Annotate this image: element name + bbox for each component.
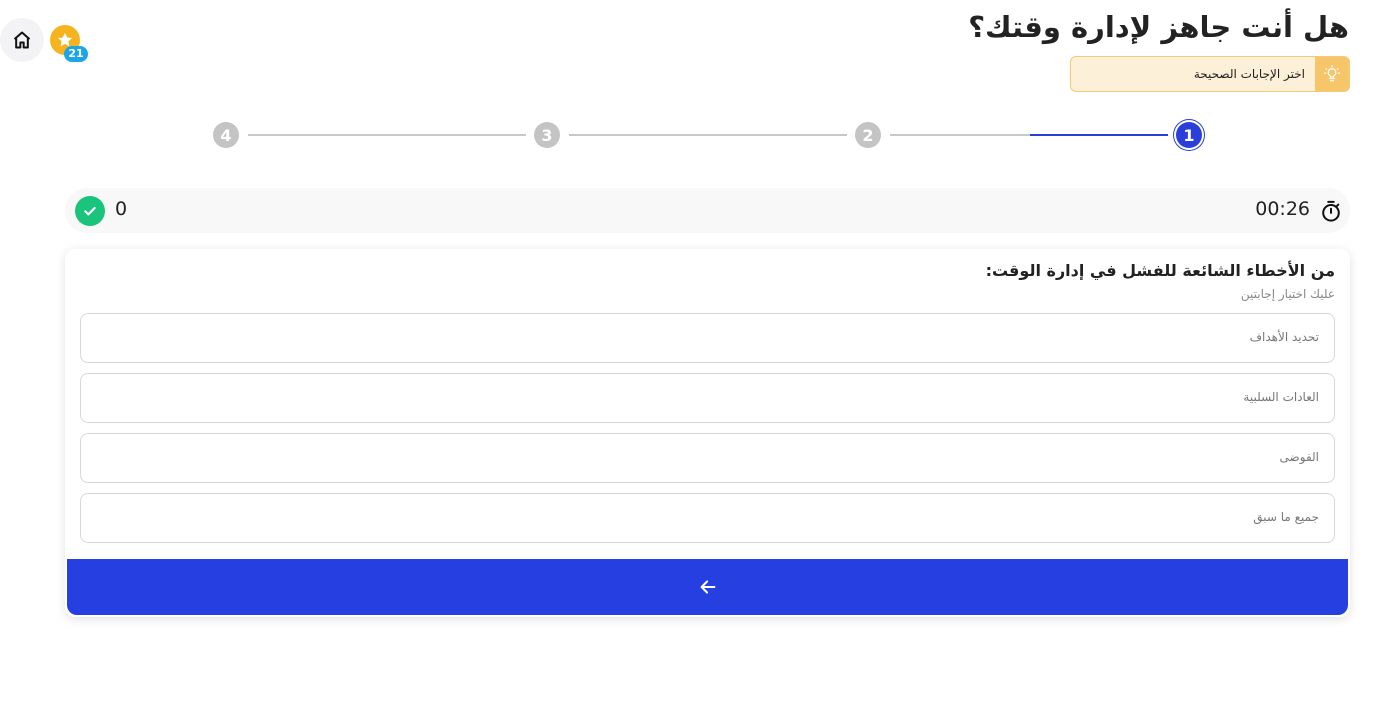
answer-option[interactable]: تحديد الأهداف xyxy=(80,313,1335,363)
check-icon xyxy=(75,196,105,226)
arrow-left-icon xyxy=(700,580,715,594)
step-connector xyxy=(248,134,526,136)
answer-option-label: العادات السلبية xyxy=(1243,390,1319,404)
step-connector xyxy=(890,134,1030,136)
next-button[interactable] xyxy=(67,559,1348,615)
answer-option[interactable]: جميع ما سبق xyxy=(80,493,1335,543)
stopwatch-icon xyxy=(1322,200,1340,222)
question-card: من الأخطاء الشائعة للفشل في إدارة الوقت:… xyxy=(65,249,1350,617)
answer-option[interactable]: الفوضى xyxy=(80,433,1335,483)
step-3: 3 xyxy=(534,122,560,148)
step-connector-active xyxy=(1030,134,1168,136)
step-4: 4 xyxy=(213,122,239,148)
page-title: هل أنت جاهز لإدارة وقتك؟ xyxy=(968,10,1349,44)
step-2: 2 xyxy=(855,122,881,148)
hint-text: اختر الإجابات الصحيحة xyxy=(1193,67,1305,81)
answer-option[interactable]: العادات السلبية xyxy=(80,373,1335,423)
step-connector xyxy=(569,134,847,136)
status-bar: 0 00:26 xyxy=(65,188,1350,233)
answer-option-label: جميع ما سبق xyxy=(1253,510,1319,524)
question-instruction: عليك اختيار إجابتين xyxy=(1240,287,1335,301)
points-indicator: 21 xyxy=(50,25,90,63)
question-text: من الأخطاء الشائعة للفشل في إدارة الوقت: xyxy=(985,261,1335,280)
step-1: 1 xyxy=(1176,122,1202,148)
hint-box: اختر الإجابات الصحيحة xyxy=(1070,56,1350,92)
timer-value: 00:26 xyxy=(1255,198,1310,220)
correct-count: 0 xyxy=(115,198,128,220)
points-badge: 21 xyxy=(64,46,88,62)
home-icon xyxy=(13,31,31,49)
home-button[interactable] xyxy=(0,18,44,62)
answer-option-label: تحديد الأهداف xyxy=(1249,330,1319,344)
lightbulb-icon xyxy=(1315,57,1349,91)
answer-option-label: الفوضى xyxy=(1279,450,1319,464)
